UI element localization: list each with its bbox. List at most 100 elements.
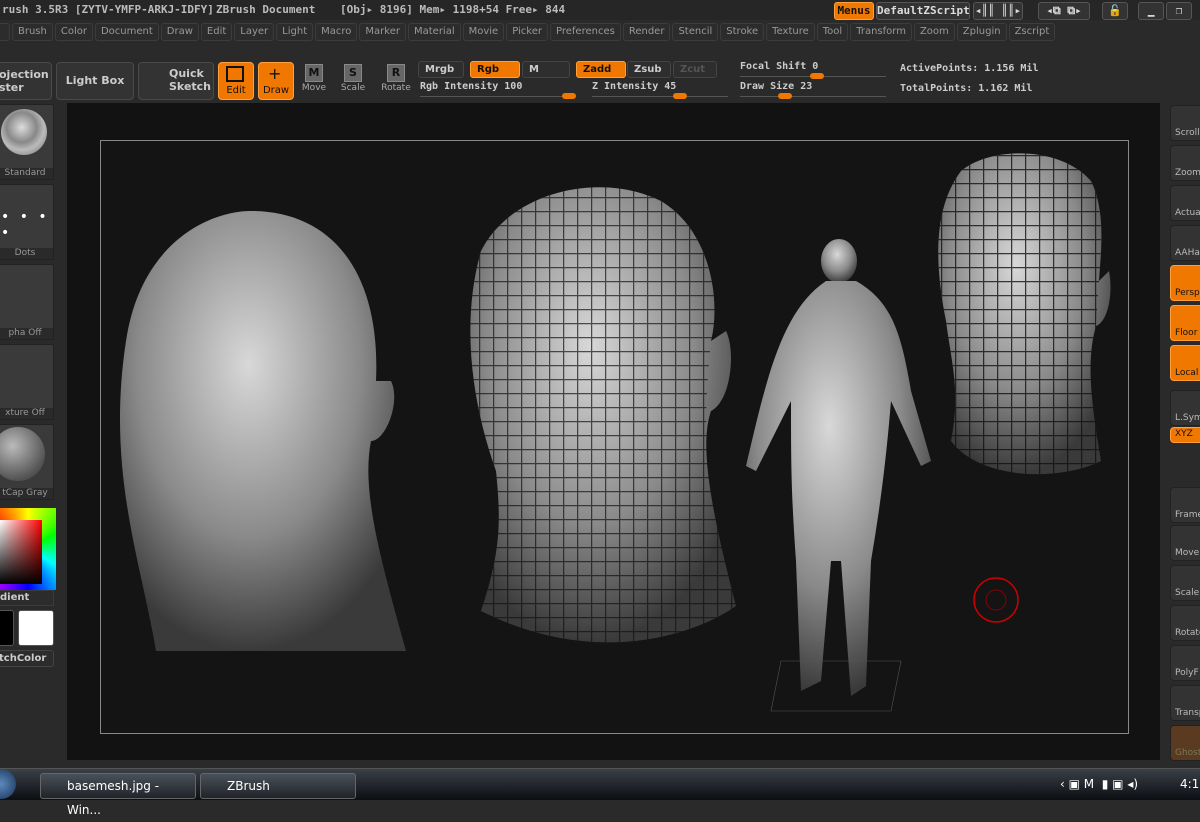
brush-selector[interactable]: Standard xyxy=(0,104,54,180)
shelf-button-scroll[interactable]: Scroll xyxy=(1170,105,1200,141)
menu-marker[interactable]: Marker xyxy=(359,23,406,41)
menu-render[interactable]: Render xyxy=(622,23,671,41)
menu-layer[interactable]: Layer xyxy=(234,23,275,41)
menu-texture[interactable]: Texture xyxy=(766,23,815,41)
menu-brush[interactable]: Brush xyxy=(12,23,53,41)
zcut-button[interactable]: Zcut xyxy=(673,61,717,78)
secondary-color-swatch[interactable] xyxy=(0,610,14,646)
material-sphere-icon xyxy=(0,427,45,481)
head-sculpt-left xyxy=(119,211,406,651)
shelf-button-xyz[interactable]: XYZ xyxy=(1170,427,1200,443)
switch-color-button[interactable]: tchColor xyxy=(0,650,54,667)
stroke-label: Dots xyxy=(0,248,53,259)
alpha-label: pha Off xyxy=(0,328,53,339)
shelf-button-ghost[interactable]: Ghost xyxy=(1170,725,1200,761)
shelf-button-aahalf[interactable]: AAHalf xyxy=(1170,225,1200,261)
zsub-button[interactable]: Zsub xyxy=(627,61,671,78)
slider-knob[interactable] xyxy=(810,73,824,79)
color-square[interactable] xyxy=(0,520,42,584)
menu-transform[interactable]: Transform xyxy=(850,23,912,41)
menu-picker[interactable]: Picker xyxy=(506,23,549,41)
menu-bar: Brush Color Document Draw Edit Layer Lig… xyxy=(0,23,1056,41)
light-box-button[interactable]: Light Box xyxy=(56,62,134,100)
rotate-icon: R xyxy=(387,64,405,82)
menu-light[interactable]: Light xyxy=(276,23,314,41)
menu-stencil[interactable]: Stencil xyxy=(672,23,719,41)
slider-knob[interactable] xyxy=(562,93,576,99)
shelf-button-floor[interactable]: Floor xyxy=(1170,305,1200,341)
projection-master-button[interactable]: ojection ster xyxy=(0,62,52,100)
draw-size-label: Draw Size 23 xyxy=(740,81,813,92)
rotate-button[interactable]: R Rotate xyxy=(378,64,414,93)
menu-tool[interactable]: Tool xyxy=(816,23,849,41)
rgb-intensity-slider[interactable] xyxy=(420,93,576,99)
menu-color[interactable]: Color xyxy=(54,23,93,41)
shelf-button-l-sym[interactable]: L.Sym xyxy=(1170,390,1200,426)
menu-material[interactable]: Material xyxy=(407,23,461,41)
taskbar-item-zbrush[interactable]: ZBrush xyxy=(200,773,356,799)
shelf-button-polyf[interactable]: PolyF xyxy=(1170,645,1200,681)
quick-sketch-button[interactable]: Quick Sketch xyxy=(138,62,214,100)
m-button[interactable]: M xyxy=(522,61,570,78)
active-points: ActivePoints: 1.156 Mil xyxy=(900,63,1039,74)
menu-zscript[interactable]: Zscript xyxy=(1008,23,1056,41)
move-button[interactable]: M Move xyxy=(296,64,332,93)
menu-stroke[interactable]: Stroke xyxy=(720,23,765,41)
shelf-button-scale[interactable]: Scale xyxy=(1170,565,1200,601)
z-intensity-label: Z Intensity 45 xyxy=(592,81,677,92)
menu-hidden[interactable] xyxy=(0,23,10,41)
default-zscript-button[interactable]: DefaultZScript xyxy=(876,2,970,20)
start-button[interactable] xyxy=(0,769,16,799)
stroke-selector[interactable]: • • • • Dots xyxy=(0,184,54,260)
restore-icon[interactable]: ❐ xyxy=(1166,2,1192,20)
draw-size-slider[interactable] xyxy=(740,93,886,99)
brush-cursor-inner xyxy=(985,589,1007,611)
menu-document[interactable]: Document xyxy=(94,23,159,41)
shelf-button-zoom[interactable]: Zoom xyxy=(1170,145,1200,181)
menu-draw[interactable]: Draw xyxy=(160,23,199,41)
sculpt-view xyxy=(119,153,1111,712)
texture-selector[interactable]: xture Off xyxy=(0,344,54,420)
color-picker[interactable] xyxy=(0,508,56,590)
slider-knob[interactable] xyxy=(673,93,687,99)
rgb-button[interactable]: Rgb xyxy=(470,61,520,78)
taskbar-item-basemesh[interactable]: basemesh.jpg - Win... xyxy=(40,773,196,817)
brush-cursor xyxy=(973,577,1019,623)
lock-icon[interactable]: 🔓 xyxy=(1102,2,1128,20)
minimize-icon[interactable]: ▁ xyxy=(1138,2,1164,20)
menu-macro[interactable]: Macro xyxy=(315,23,358,41)
main-color-swatch[interactable] xyxy=(18,610,54,646)
menu-zplugin[interactable]: Zplugin xyxy=(956,23,1007,41)
edit-label: Edit xyxy=(226,85,246,96)
shelf-button-move[interactable]: Move xyxy=(1170,525,1200,561)
shelf-button-persp[interactable]: Persp xyxy=(1170,265,1200,301)
shelf-button-actual[interactable]: Actual xyxy=(1170,185,1200,221)
z-intensity-slider[interactable] xyxy=(592,93,728,99)
window-layout-icon[interactable]: ◂⧉ ⧉▸ xyxy=(1038,2,1090,20)
shelf-button-local[interactable]: Local xyxy=(1170,345,1200,381)
shelf-button-rotate[interactable]: Rotate xyxy=(1170,605,1200,641)
menu-edit[interactable]: Edit xyxy=(200,23,233,41)
tray-icons[interactable]: ‹ ▣ M ▮ ▣ ◂) xyxy=(1060,777,1138,791)
gradient-button[interactable]: dient xyxy=(0,590,54,606)
shelf-button-frame[interactable]: Frame xyxy=(1170,487,1200,523)
document-title: ZBrush Document xyxy=(216,3,316,16)
menu-preferences[interactable]: Preferences xyxy=(550,23,621,41)
menu-movie[interactable]: Movie xyxy=(462,23,505,41)
document-canvas[interactable] xyxy=(100,140,1129,734)
shelf-button-transp[interactable]: Transp xyxy=(1170,685,1200,721)
clock: 4:17 xyxy=(1180,777,1200,791)
edit-icon xyxy=(226,66,244,82)
alpha-selector[interactable]: pha Off xyxy=(0,264,54,340)
menus-button[interactable]: Menus xyxy=(834,2,874,20)
material-selector[interactable]: tCap Gray xyxy=(0,424,54,500)
dots-icon: • • • • xyxy=(1,209,50,241)
menu-zoom[interactable]: Zoom xyxy=(913,23,955,41)
layout-arrows-icon[interactable]: ◂║║ ║║▸ xyxy=(973,2,1023,20)
brush-label: Standard xyxy=(0,168,53,179)
slider-knob[interactable] xyxy=(778,93,792,99)
focal-shift-slider[interactable] xyxy=(740,73,886,79)
scale-button[interactable]: S Scale xyxy=(335,64,371,93)
zadd-button[interactable]: Zadd xyxy=(576,61,626,78)
mrgb-button[interactable]: Mrgb xyxy=(418,61,464,78)
